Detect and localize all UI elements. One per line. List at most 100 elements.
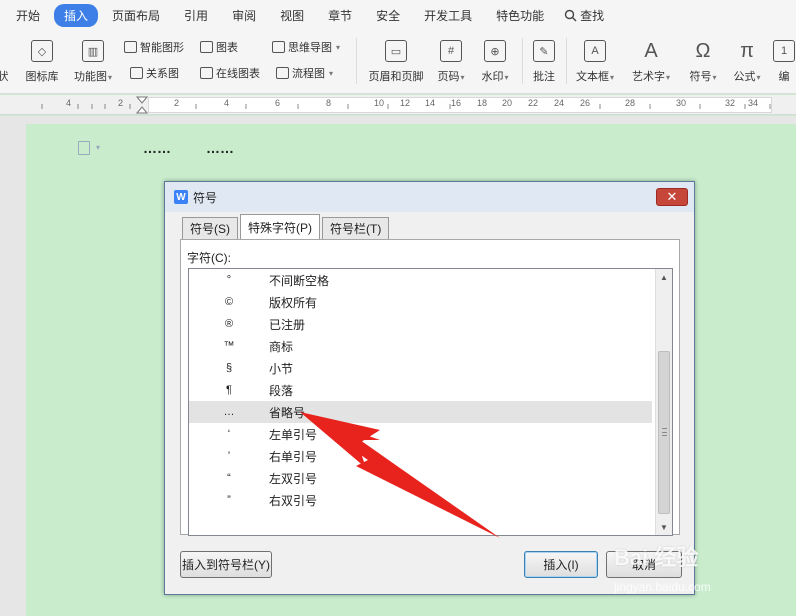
- horizontal-ruler[interactable]: 4 2 2 4 6 8 10 12 14 16 18 20 22 24 26 2…: [0, 95, 796, 115]
- ruler-ticks: [41, 104, 771, 109]
- scroll-up-arrow-icon[interactable]: ▲: [660, 273, 668, 282]
- header-footer-icon: ▭: [385, 40, 407, 62]
- list-item-name: 段落: [269, 383, 294, 398]
- list-item-name: 左单引号: [269, 427, 318, 442]
- menu-item-developer[interactable]: 开发工具: [414, 4, 482, 27]
- relation-label: 关系图: [146, 68, 179, 80]
- list-scrollbar[interactable]: ▲ ▼: [655, 269, 672, 535]
- flowchart-label: 流程图: [292, 68, 325, 80]
- list-item-name: 省略号: [269, 405, 306, 420]
- formula-button[interactable]: π 公式▾: [730, 30, 764, 90]
- paste-options-caret-icon[interactable]: ▾: [96, 143, 100, 152]
- dialog-titlebar[interactable]: W 符号 ✕: [165, 182, 694, 212]
- list-item[interactable]: ° 不间断空格: [189, 269, 652, 291]
- list-item-symbol: ’: [227, 450, 231, 462]
- scroll-down-arrow-icon[interactable]: ▼: [660, 523, 668, 532]
- mindmap-button[interactable]: 思维导图 ▾: [272, 38, 340, 56]
- function-chart-button[interactable]: ▥ 功能图▾: [70, 30, 116, 90]
- list-item[interactable]: ¶ 段落: [189, 379, 652, 401]
- textbox-button[interactable]: A 文本框▾: [574, 30, 616, 90]
- list-item[interactable]: © 版权所有: [189, 291, 652, 313]
- list-item-name: 商标: [269, 339, 294, 354]
- online-chart-label: 在线图表: [216, 68, 260, 80]
- document-text[interactable]: ……: [143, 140, 171, 156]
- smart-graphic-icon: [124, 41, 137, 53]
- menu-item-security[interactable]: 安全: [366, 4, 410, 27]
- smart-graphic-button[interactable]: 智能图形: [124, 38, 184, 56]
- scrollbar-grip-icon: [662, 428, 667, 436]
- tab-symbols[interactable]: 符号(S): [182, 217, 238, 239]
- menu-item-special[interactable]: 特色功能: [486, 4, 554, 27]
- chart-button[interactable]: 图表: [200, 38, 238, 56]
- menu-item-section[interactable]: 章节: [318, 4, 362, 27]
- function-chart-label: 功能图▾: [73, 71, 112, 83]
- menu-bar: 开始 插入 页面布局 引用 审阅 视图 章节 安全 开发工具 特色功能 查找: [0, 0, 796, 30]
- list-item-selected[interactable]: … 省略号: [189, 401, 652, 423]
- list-item-name: 不间断空格: [269, 273, 330, 288]
- icon-library-icon: ◇: [31, 40, 53, 62]
- insert-to-symbol-bar-button[interactable]: 插入到符号栏(Y): [180, 551, 272, 578]
- cancel-button[interactable]: 取消: [606, 551, 682, 578]
- paste-options-icon[interactable]: [78, 141, 90, 155]
- online-chart-button[interactable]: 在线图表: [200, 64, 260, 82]
- page-number-button[interactable]: # 页码▾: [434, 30, 468, 90]
- symbol-dialog: W 符号 ✕ 符号(S) 特殊字符(P) 符号栏(T) 字符(C): ° 不间断…: [164, 181, 695, 595]
- list-item[interactable]: ™ 商标: [189, 335, 652, 357]
- ribbon-separator: [522, 38, 523, 84]
- ribbon: 状 ◇ 图标库 ▥ 功能图▾ 智能图形 图表 思维导图 ▾ 关系图 在线图表 流程…: [0, 30, 796, 94]
- comment-label: 批注: [533, 71, 555, 83]
- list-item-symbol: §: [225, 362, 233, 374]
- menu-item-references[interactable]: 引用: [174, 4, 218, 27]
- formula-label: 公式▾: [733, 71, 761, 83]
- symbol-icon: Ω: [695, 39, 711, 62]
- wordart-label: 艺术字▾: [631, 71, 670, 83]
- list-item[interactable]: ® 已注册: [189, 313, 652, 335]
- page-number-label: 页码▾: [437, 71, 465, 83]
- list-item-name: 右单引号: [269, 449, 318, 464]
- ribbon-partial-button[interactable]: 状: [0, 30, 10, 90]
- menu-item-insert[interactable]: 插入: [54, 3, 99, 27]
- tab-symbol-bar[interactable]: 符号栏(T): [322, 217, 390, 239]
- relation-icon: [130, 67, 143, 79]
- symbol-label: 符号▾: [689, 71, 717, 83]
- list-item[interactable]: “ 左双引号: [189, 467, 652, 489]
- menu-item-page-layout[interactable]: 页面布局: [102, 4, 170, 27]
- textbox-icon: A: [584, 40, 606, 62]
- menu-item-view[interactable]: 视图: [270, 4, 314, 27]
- watermark-label: 水印▾: [481, 71, 509, 83]
- scrollbar-thumb[interactable]: [658, 351, 670, 514]
- list-item[interactable]: ‘ 左单引号: [189, 423, 652, 445]
- list-item-symbol: °: [226, 274, 232, 286]
- online-chart-icon: [200, 67, 213, 79]
- numbering-button[interactable]: 1 编: [772, 30, 796, 90]
- icon-library-button[interactable]: ◇ 图标库: [22, 30, 62, 90]
- watermark-button[interactable]: ⊕ 水印▾: [478, 30, 512, 90]
- page-number-icon: #: [440, 40, 462, 62]
- watermark-icon: ⊕: [484, 40, 506, 62]
- relation-chart-button[interactable]: 关系图: [130, 64, 179, 82]
- formula-icon: π: [740, 39, 754, 62]
- menu-item-review[interactable]: 审阅: [222, 4, 266, 27]
- character-list[interactable]: ° 不间断空格 © 版权所有 ® 已注册 ™ 商标 § 小节 ¶ 段落 … 省略…: [188, 268, 673, 536]
- comment-button[interactable]: ✎ 批注: [530, 30, 558, 90]
- tab-panel: 字符(C): ° 不间断空格 © 版权所有 ® 已注册 ™ 商标 § 小节 ¶ …: [180, 239, 680, 536]
- numbering-label: 编: [778, 71, 790, 83]
- list-item-symbol: “: [227, 472, 231, 484]
- list-item[interactable]: ” 右双引号: [189, 489, 652, 511]
- list-item[interactable]: § 小节: [189, 357, 652, 379]
- flowchart-button[interactable]: 流程图 ▾: [276, 64, 333, 82]
- header-footer-button[interactable]: ▭ 页眉和页脚: [366, 30, 426, 90]
- search-button[interactable]: 查找: [558, 4, 610, 27]
- document-text[interactable]: ……: [206, 140, 234, 156]
- list-item[interactable]: ’ 右单引号: [189, 445, 652, 467]
- wps-logo-icon: W: [174, 190, 188, 204]
- list-item-symbol: ®: [224, 318, 234, 330]
- tab-special-characters[interactable]: 特殊字符(P): [240, 214, 320, 239]
- insert-button[interactable]: 插入(I): [524, 551, 598, 578]
- symbol-button[interactable]: Ω 符号▾: [686, 30, 720, 90]
- wordart-button[interactable]: A 艺术字▾: [630, 30, 672, 90]
- dialog-close-button[interactable]: ✕: [656, 188, 688, 206]
- mindmap-label: 思维导图: [288, 42, 332, 54]
- menu-item-start[interactable]: 开始: [6, 4, 50, 27]
- dialog-tabs: 符号(S) 特殊字符(P) 符号栏(T): [182, 214, 391, 239]
